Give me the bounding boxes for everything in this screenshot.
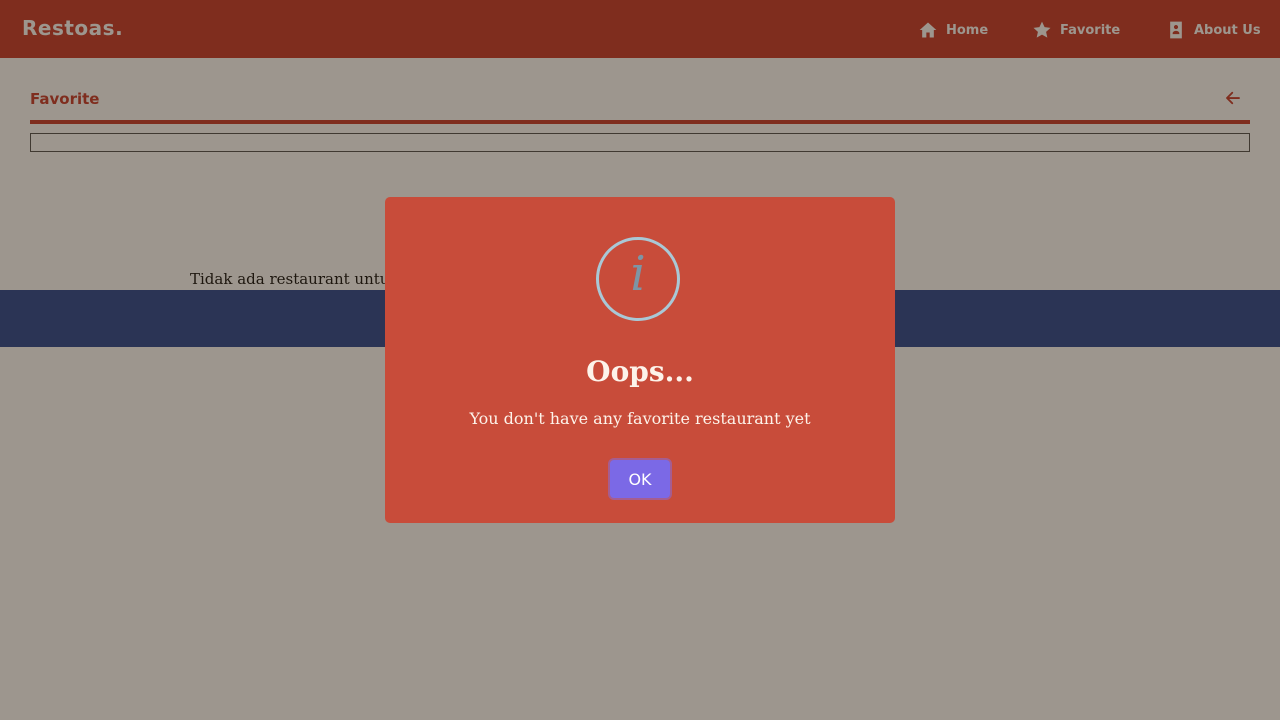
ok-button[interactable]: OK: [610, 460, 670, 498]
dialog-message: You don't have any favorite restaurant y…: [469, 409, 811, 428]
dialog-title: Oops...: [586, 355, 694, 388]
alert-dialog: i Oops... You don't have any favorite re…: [385, 197, 895, 523]
modal-backdrop[interactable]: i Oops... You don't have any favorite re…: [0, 0, 1280, 720]
info-icon-glyph: i: [630, 246, 646, 302]
info-icon: i: [596, 237, 680, 321]
